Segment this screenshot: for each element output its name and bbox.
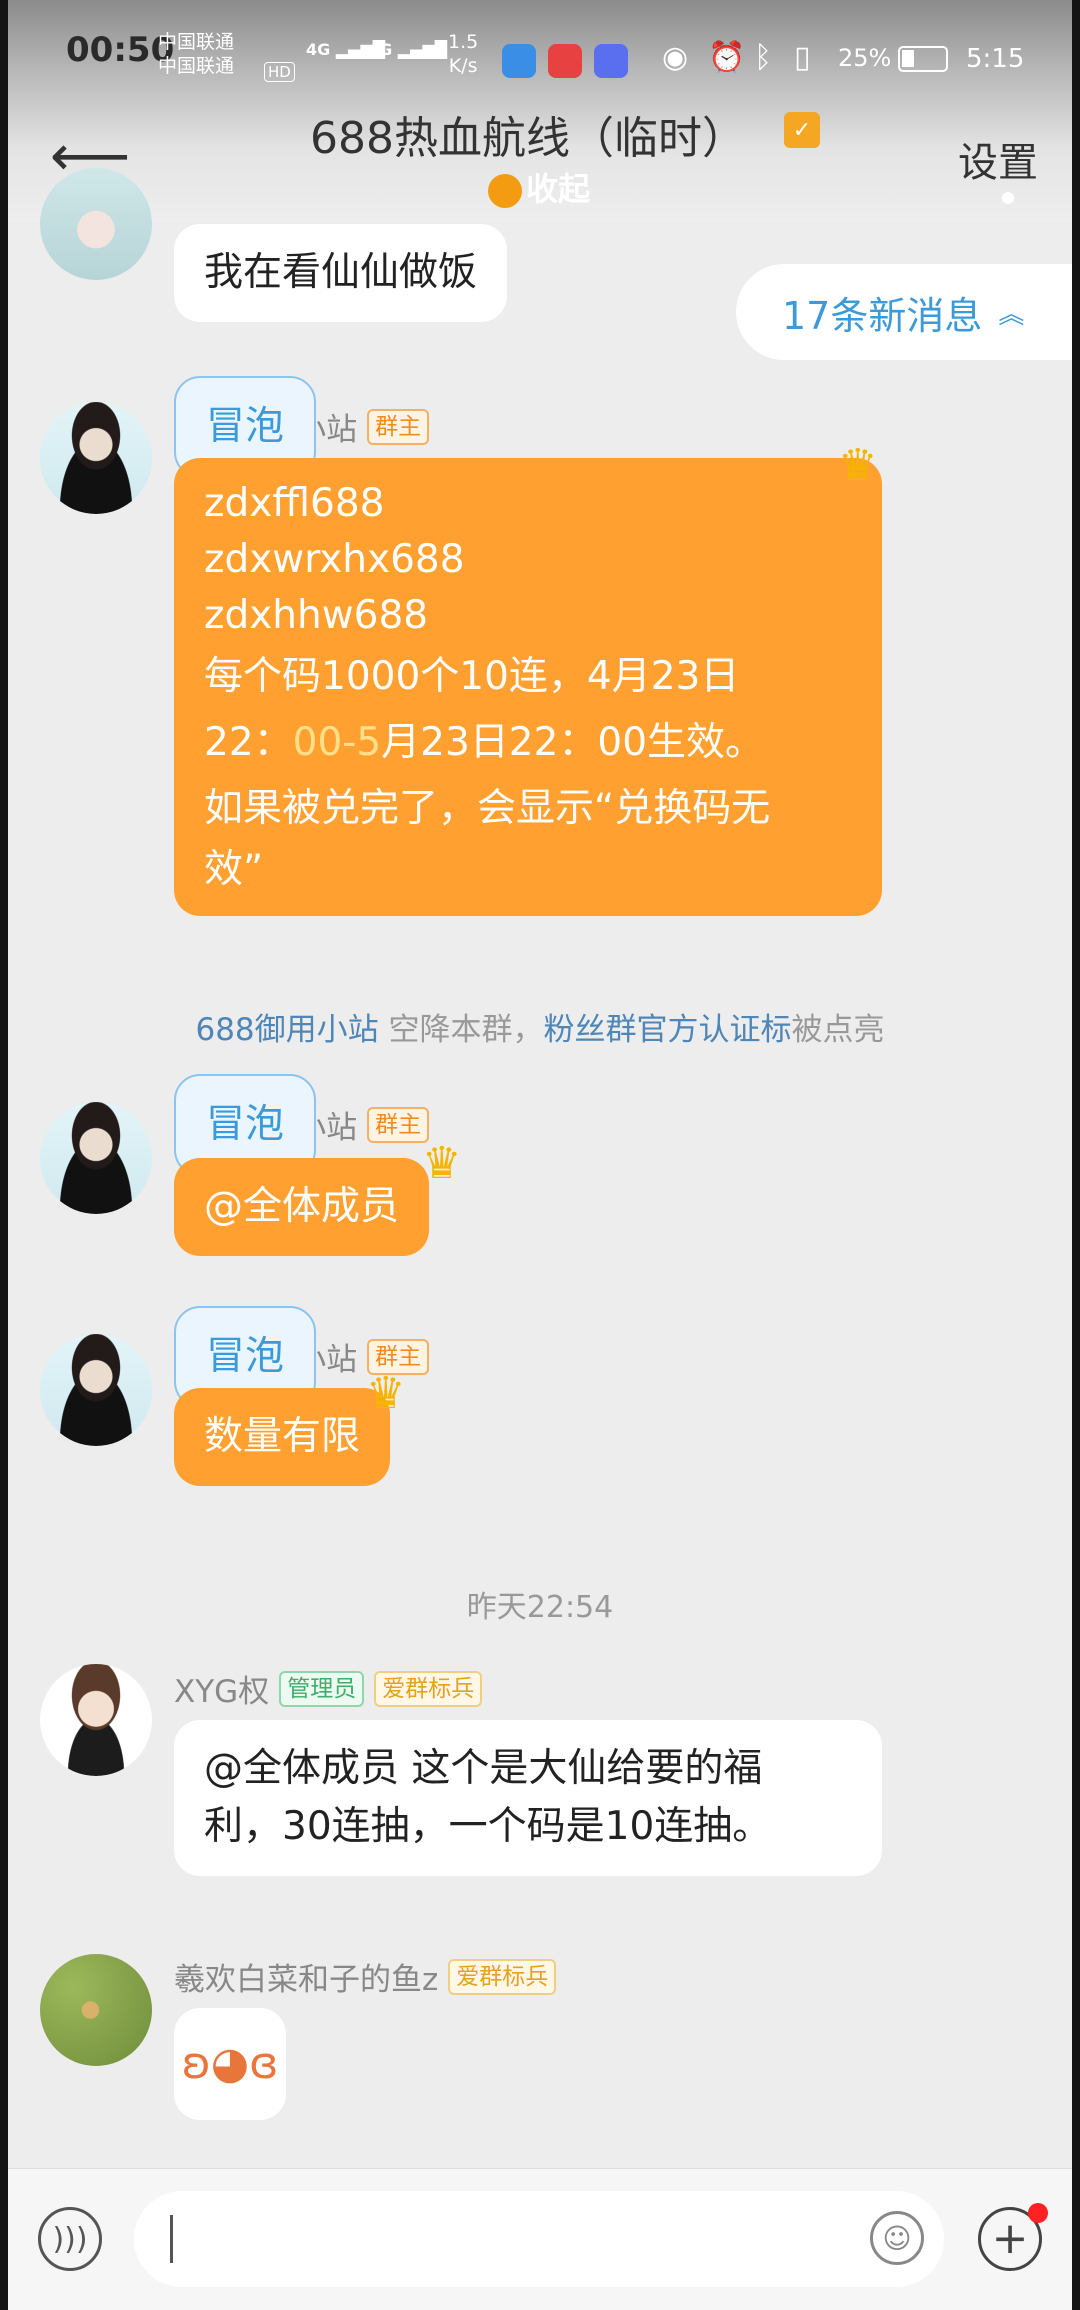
crown-icon: ♛ (838, 440, 878, 491)
net-speed: 1.5 K/s (448, 30, 478, 78)
system-user-link[interactable]: 688御用小站 (195, 1012, 378, 1048)
settings-dot (1002, 192, 1014, 204)
settings-button[interactable]: 设置 (958, 130, 1038, 188)
message-line: 效” (204, 847, 264, 892)
sender-line: 羲欢白菜和子的鱼z 爱群标兵 (174, 1954, 557, 1999)
avatar[interactable] (40, 1664, 152, 1776)
sticker-emoji-icon: ʚ◕ɞ (181, 2038, 279, 2089)
collapse-icon (488, 174, 522, 208)
message-bubble[interactable]: zdxffl688 zdxwrxhx688 zdxhhw688 每个码1000个… (174, 458, 882, 916)
message-input[interactable]: ☺ (134, 2191, 944, 2287)
owner-badge: 群主 (367, 1106, 430, 1143)
owner-badge: 群主 (367, 408, 430, 445)
avatar[interactable] (40, 1334, 152, 1446)
member-badge: 爱群标兵 (448, 1958, 557, 1995)
collapse-label: 收起 (526, 170, 591, 208)
text-caret (170, 2215, 173, 2263)
sender-line: 688御用小站 群主 冒泡 (174, 1073, 430, 1176)
bluetooth-icon: ᛒ (754, 40, 772, 75)
hd-icon: HD (264, 62, 295, 82)
crown-icon: ♛ (422, 1138, 462, 1189)
net-speed-value: 1.5 (448, 31, 479, 53)
sender-line: 688御用小站 群主 冒泡 (174, 375, 430, 478)
message-line: 利，30连抽，一个码是10连抽。 (204, 1804, 772, 1849)
message-bubble[interactable]: @全体成员 (174, 1158, 430, 1256)
avatar[interactable] (40, 1102, 152, 1214)
chat-screen: 00:50 中国联通 中国联通 HD 4G ▂▄▆█ 4G ▂▄▆█ 1.5 K… (8, 0, 1072, 2310)
message-bubble[interactable]: 数量有限 (174, 1388, 391, 1486)
battery-icon (898, 46, 948, 72)
vibrate-icon: ▯ (794, 40, 811, 75)
avatar[interactable] (40, 168, 152, 280)
system-message: 688御用小站 空降本群，粉丝群官方认证标被点亮 (8, 1004, 1072, 1049)
carrier-1: 中国联通 (158, 31, 235, 53)
alarm-icon: ⏰ (708, 40, 746, 75)
new-messages-button[interactable]: 17条新消息 ︽ (736, 264, 1072, 360)
member-badge: 爱群标兵 (374, 1670, 483, 1707)
signal-icon-2: 4G ▂▄▆█ (368, 40, 448, 59)
page-title: 688热血航线（临时） (310, 113, 746, 164)
emoji-icon[interactable]: ☺ (870, 2211, 924, 2265)
notification-dot (1028, 2203, 1048, 2223)
sticker-message[interactable]: ʚ◕ɞ (174, 2008, 286, 2120)
app-notification-icon-2 (548, 44, 582, 78)
admin-badge: 管理员 (279, 1670, 365, 1707)
system-text: 空降本群， (378, 1012, 544, 1048)
crown-icon: ♛ (366, 1368, 406, 1419)
status-clock: 5:15 (966, 44, 1025, 74)
system-text-tail: 被点亮 (791, 1012, 885, 1048)
voice-input-icon[interactable]: ))) (38, 2207, 102, 2271)
avatar[interactable] (40, 402, 152, 514)
message-bubble[interactable]: @全体成员 这个是大仙给要的福 利，30连抽，一个码是10连抽。 (174, 1720, 882, 1876)
group-badge-icon: ✓ (784, 112, 820, 148)
avatar[interactable] (40, 1954, 152, 2066)
message-timestamp: 昨天22:54 (466, 1590, 614, 1625)
message-line: 22：00-5月23日22：00生效。 (204, 720, 765, 765)
message-line: zdxwrxhx688 (204, 537, 465, 582)
collapse-button[interactable]: 收起 (488, 164, 590, 210)
system-badge-link[interactable]: 粉丝群官方认证标 (544, 1012, 792, 1048)
net-speed-unit: K/s (448, 55, 478, 77)
carrier-2: 中国联通 (158, 55, 235, 77)
message-line: 每个码1000个10连，4月23日 (204, 654, 740, 699)
music-icon (594, 44, 628, 78)
carrier-names: 中国联通 中国联通 (158, 30, 234, 78)
app-notification-icon-1 (502, 44, 536, 78)
battery-percent: 25% (838, 44, 892, 72)
message-line: 如果被兑完了，会显示“兑换码无 (204, 786, 771, 831)
new-messages-label: 17条新消息 (782, 293, 983, 338)
eye-icon: ◉ (662, 40, 689, 75)
double-chevron-up-icon: ︽ (998, 299, 1025, 330)
message-bubble[interactable]: 我在看仙仙做饭 (174, 224, 508, 322)
message-line: zdxffl688 (204, 481, 385, 526)
message-line: zdxhhw688 (204, 593, 429, 638)
sender-name[interactable]: XYG权 (174, 1666, 269, 1711)
message-line: @全体成员 这个是大仙给要的福 (204, 1746, 763, 1791)
sender-line: XYG权 管理员 爱群标兵 (174, 1666, 483, 1711)
input-bar: ))) ☺ + (8, 2168, 1072, 2310)
header: 00:50 中国联通 中国联通 HD 4G ▂▄▆█ 4G ▂▄▆█ 1.5 K… (8, 0, 1072, 222)
sender-name[interactable]: 羲欢白菜和子的鱼z (174, 1954, 438, 1999)
